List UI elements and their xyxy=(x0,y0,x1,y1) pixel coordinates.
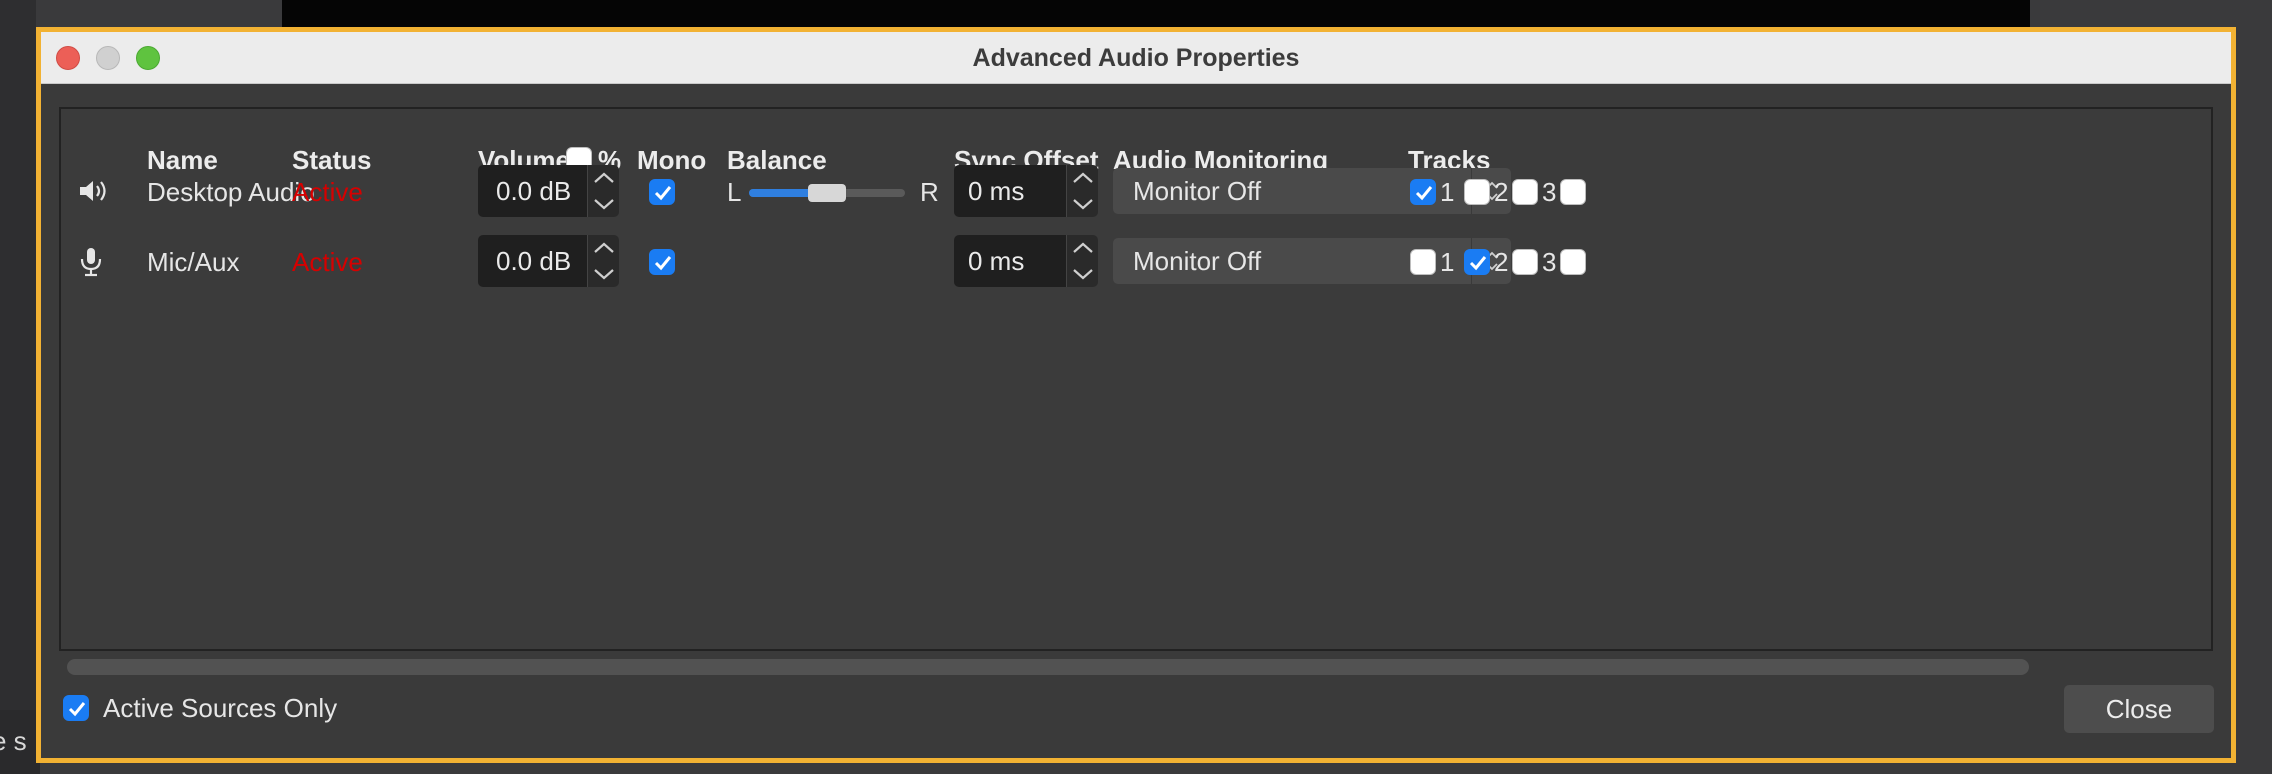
volume-stepper[interactable] xyxy=(587,235,619,287)
horizontal-scrollbar[interactable] xyxy=(67,659,2029,675)
header-mono: Mono xyxy=(637,145,707,175)
balance-left-label: L xyxy=(727,177,742,207)
background-video-strip xyxy=(282,0,2030,28)
audio-monitoring-value: Monitor Off xyxy=(1133,176,1262,206)
track-3-checkbox[interactable] xyxy=(1512,179,1538,205)
source-name: Desktop Audio xyxy=(147,177,315,207)
track-4-checkbox[interactable] xyxy=(1560,249,1586,275)
audio-sources-table: Name Status Volume % Mono Balance Sync O… xyxy=(59,107,2213,675)
checkmark-icon xyxy=(68,702,86,717)
balance-right-label: R xyxy=(920,177,939,207)
background-left-area xyxy=(0,0,36,774)
sync-offset-stepper[interactable] xyxy=(1066,235,1098,287)
close-button[interactable]: Close xyxy=(2064,685,2214,733)
checkmark-icon xyxy=(654,256,672,271)
sync-offset-stepper[interactable] xyxy=(1066,165,1098,217)
track-3-label: 3 xyxy=(1542,247,1557,277)
volume-stepper[interactable] xyxy=(587,165,619,217)
volume-field[interactable]: 0.0 dB xyxy=(478,165,596,217)
checkmark-icon xyxy=(654,186,672,201)
sync-offset-value: 0 ms xyxy=(968,246,1025,276)
header-balance: Balance xyxy=(727,145,827,175)
status-label: Active xyxy=(292,177,363,207)
balance-slider-thumb[interactable] xyxy=(808,184,846,202)
checkmark-icon xyxy=(1469,256,1487,271)
speaker-icon xyxy=(77,177,109,210)
chevron-up-icon[interactable] xyxy=(1067,235,1099,261)
status-label: Active xyxy=(292,247,363,277)
chevron-down-icon[interactable] xyxy=(1067,191,1099,217)
audio-monitoring-value: Monitor Off xyxy=(1133,246,1262,276)
track-1-checkbox[interactable] xyxy=(1410,249,1436,275)
source-name: Mic/Aux xyxy=(147,247,240,277)
track-3-checkbox[interactable] xyxy=(1512,249,1538,275)
sync-offset-field[interactable]: 0 ms xyxy=(954,235,1074,287)
track-2-checkbox[interactable] xyxy=(1464,179,1490,205)
track-2-label: 2 xyxy=(1494,247,1509,277)
window-title: Advanced Audio Properties xyxy=(972,44,1300,72)
chevron-down-icon[interactable] xyxy=(588,191,620,217)
track-3-label: 3 xyxy=(1542,177,1557,207)
header-status: Status xyxy=(292,145,372,175)
active-sources-only-label[interactable]: Active Sources Only xyxy=(103,693,337,724)
background-partial-text: e s xyxy=(0,726,27,756)
advanced-audio-properties-dialog: Advanced Audio Properties Name Status Vo… xyxy=(36,27,2236,763)
volume-value: 0.0 dB xyxy=(496,176,572,206)
checkmark-icon xyxy=(1415,186,1433,201)
active-sources-only-checkbox[interactable] xyxy=(63,695,89,721)
chevron-up-icon[interactable] xyxy=(1067,165,1099,191)
volume-field[interactable]: 0.0 dB xyxy=(478,235,596,287)
track-1-checkbox[interactable] xyxy=(1410,179,1436,205)
chevron-down-icon[interactable] xyxy=(588,261,620,287)
chevron-down-icon[interactable] xyxy=(1067,261,1099,287)
track-2-label: 2 xyxy=(1494,177,1509,207)
sync-offset-field[interactable]: 0 ms xyxy=(954,165,1074,217)
header-name: Name xyxy=(147,145,218,175)
track-2-checkbox[interactable] xyxy=(1464,249,1490,275)
mono-checkbox[interactable] xyxy=(649,179,675,205)
track-1-label: 1 xyxy=(1440,177,1455,207)
microphone-icon xyxy=(79,246,103,283)
balance-slider[interactable] xyxy=(749,184,905,202)
sync-offset-value: 0 ms xyxy=(968,176,1025,206)
track-1-label: 1 xyxy=(1440,247,1455,277)
track-4-checkbox[interactable] xyxy=(1560,179,1586,205)
mono-checkbox[interactable] xyxy=(649,249,675,275)
title-bar: Advanced Audio Properties xyxy=(41,32,2231,84)
volume-value: 0.0 dB xyxy=(496,246,572,276)
chevron-up-icon[interactable] xyxy=(588,235,620,261)
chevron-up-icon[interactable] xyxy=(588,165,620,191)
